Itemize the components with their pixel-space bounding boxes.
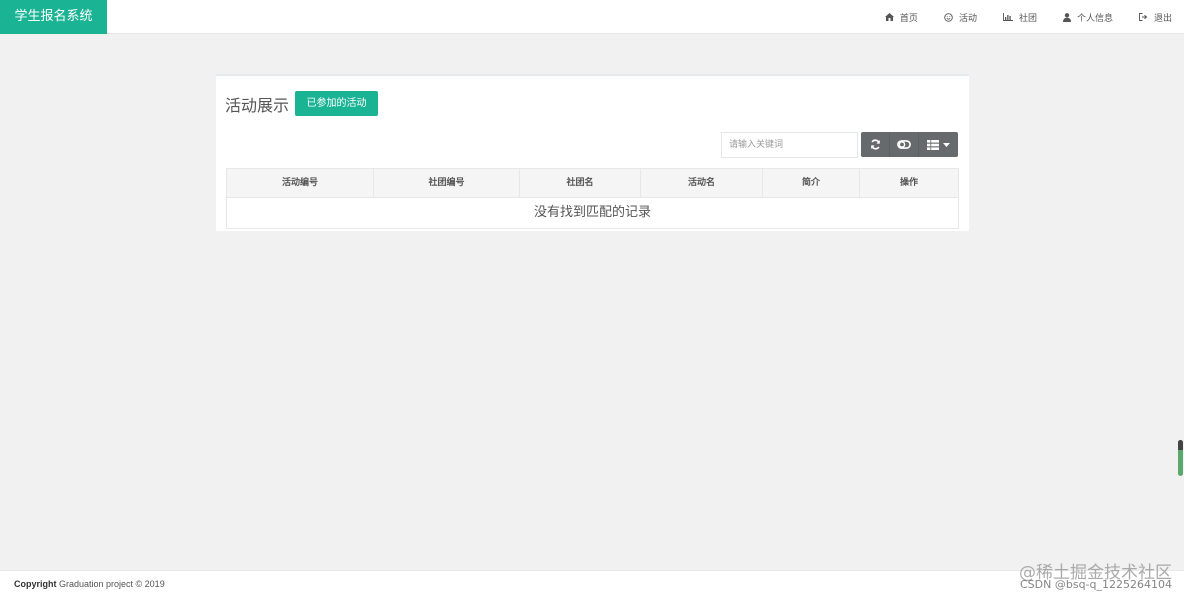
watermark-csdn: CSDN @bsq-q_1225264104 bbox=[1020, 578, 1172, 591]
nav-item-logout[interactable]: 退出 bbox=[1139, 11, 1172, 24]
columns-icon bbox=[927, 139, 939, 150]
empty-message: 没有找到匹配的记录 bbox=[533, 205, 651, 220]
refresh-icon bbox=[870, 139, 880, 150]
column-header[interactable]: 简介 bbox=[763, 169, 860, 197]
toggle-icon bbox=[897, 140, 911, 149]
toggle-view-button[interactable] bbox=[889, 132, 918, 157]
activity-panel: 活动展示 已参加的活动 活动编号 社团编号 社团名 活动名 简介 操作 没有找到… bbox=[216, 74, 969, 231]
nav-label: 社团 bbox=[1018, 13, 1037, 24]
sign-out-icon bbox=[1139, 13, 1148, 21]
panel-title: 活动展示 bbox=[225, 96, 290, 115]
joined-activities-button[interactable]: 已参加的活动 bbox=[295, 91, 378, 116]
nav-label: 首页 bbox=[899, 13, 918, 24]
column-header[interactable]: 活动名 bbox=[641, 169, 763, 197]
home-icon bbox=[884, 13, 894, 21]
caret-down-icon bbox=[943, 142, 950, 147]
nav-item-home[interactable]: 首页 bbox=[884, 11, 918, 24]
nav-label: 个人信息 bbox=[1076, 13, 1113, 24]
table-header: 活动编号 社团编号 社团名 活动名 简介 操作 bbox=[227, 169, 958, 198]
refresh-button[interactable] bbox=[861, 132, 889, 157]
activity-table: 活动编号 社团编号 社团名 活动名 简介 操作 没有找到匹配的记录 bbox=[226, 168, 959, 229]
table-toolbar bbox=[861, 132, 958, 157]
copyright-text: Graduation project © 2019 bbox=[56, 579, 165, 589]
smile-icon bbox=[944, 12, 953, 22]
columns-dropdown-button[interactable] bbox=[918, 132, 958, 157]
nav-label: 活动 bbox=[958, 13, 977, 24]
nav-item-activity[interactable]: 活动 bbox=[944, 11, 977, 24]
column-header[interactable]: 社团编号 bbox=[374, 169, 520, 197]
nav-label: 退出 bbox=[1153, 13, 1172, 24]
brand-logo[interactable]: 学生报名系统 bbox=[0, 0, 107, 34]
column-header[interactable]: 活动编号 bbox=[227, 169, 374, 197]
user-icon bbox=[1062, 12, 1071, 22]
nav-item-club[interactable]: 社团 bbox=[1003, 11, 1037, 24]
bar-chart-icon bbox=[1003, 13, 1013, 21]
column-header[interactable]: 操作 bbox=[860, 169, 958, 197]
footer: Copyright Graduation project © 2019 bbox=[0, 570, 1184, 597]
scroll-indicator-cap bbox=[1178, 440, 1183, 450]
column-header[interactable]: 社团名 bbox=[520, 169, 641, 197]
nav-item-profile[interactable]: 个人信息 bbox=[1062, 11, 1113, 24]
search-input[interactable] bbox=[721, 132, 858, 158]
top-navbar: 学生报名系统 首页 活动 社团 个人信息 退出 bbox=[0, 0, 1184, 34]
copyright-label: Copyright bbox=[14, 579, 57, 589]
main-nav: 首页 活动 社团 个人信息 退出 bbox=[859, 0, 1172, 34]
